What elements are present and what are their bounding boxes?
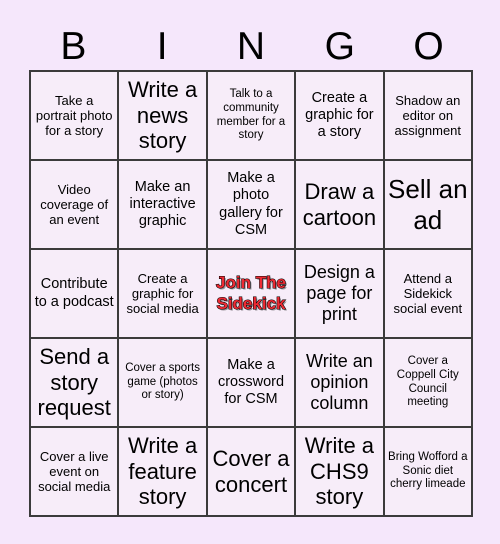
bingo-cell[interactable]: Cover a sports game (photos or story) [119, 339, 208, 428]
bingo-cell-label: Bring Wofford a Sonic diet cherry limead… [388, 451, 468, 491]
bingo-cell[interactable]: Cover a live event on social media [31, 428, 120, 517]
bingo-header: B I N G O [29, 22, 473, 70]
header-letter-b: B [60, 24, 87, 68]
bingo-cell[interactable]: Make a photo gallery for CSM [207, 161, 297, 250]
bingo-cell[interactable]: Send a story request [31, 339, 120, 428]
bingo-cell[interactable]: Write a CHS9 story [296, 428, 385, 517]
bingo-cell-label: Join The Sidekick [215, 273, 286, 313]
bingo-cell[interactable]: Write a feature story [119, 428, 208, 517]
bingo-cell[interactable]: Talk to a community member for a story [207, 72, 297, 161]
bingo-cell[interactable]: Contribute to a podcast [31, 250, 120, 339]
bingo-cell[interactable]: Attend a Sidekick social event [384, 250, 473, 339]
bingo-cell-label: Write an opinion column [306, 350, 373, 414]
bingo-cell-label: Cover a Coppell City Council meeting [396, 355, 459, 409]
bingo-cell-label: Take a portrait photo for a story [35, 92, 113, 139]
bingo-cell-label: Sell an ad [388, 173, 468, 235]
bingo-cell[interactable]: Write a news story [119, 72, 208, 161]
bingo-grid: Take a portrait photo for a story Write a… [29, 70, 473, 517]
bingo-free-space-cell[interactable]: Join The Sidekick [207, 250, 297, 339]
bingo-cell[interactable]: Bring Wofford a Sonic diet cherry limead… [384, 428, 473, 517]
bingo-cell[interactable]: Cover a Coppell City Council meeting [384, 339, 473, 428]
bingo-cell[interactable]: Make an interactive graphic [119, 161, 208, 250]
header-letter-g: G [324, 24, 355, 68]
bingo-cell[interactable]: Draw a cartoon [296, 161, 385, 250]
bingo-cell-label: Attend a Sidekick social event [393, 270, 463, 317]
bingo-cell-label: Write a CHS9 story [304, 432, 375, 510]
bingo-cell-label: Make a photo gallery for CSM [219, 170, 283, 238]
bingo-cell-label: Create a graphic for social media [126, 270, 199, 317]
bingo-cell[interactable]: Sell an ad [384, 161, 473, 250]
header-letter-n: N [236, 24, 266, 68]
bingo-cell-label: Make a crossword for CSM [217, 356, 285, 408]
header-letter-o: O [413, 24, 444, 68]
bingo-cell-label: Talk to a community member for a story [216, 88, 286, 142]
bingo-cell-label: Design a page for print [303, 261, 375, 325]
bingo-cell-label: Contribute to a podcast [34, 276, 114, 310]
bingo-cell-label: Cover a sports game (photos or story) [125, 362, 200, 402]
bingo-cell[interactable]: Take a portrait photo for a story [31, 72, 120, 161]
bingo-cell-label: Cover a concert [212, 445, 290, 497]
bingo-cell[interactable]: Write an opinion column [296, 339, 385, 428]
bingo-cell-label: Draw a cartoon [302, 178, 377, 230]
bingo-card: B I N G O Take a portrait photo for a st… [0, 0, 500, 544]
bingo-cell[interactable]: Shadow an editor on assignment [384, 72, 473, 161]
bingo-cell[interactable]: Design a page for print [296, 250, 385, 339]
bingo-cell-label: Make an interactive graphic [129, 178, 196, 230]
bingo-cell-label: Write a feature story [127, 432, 198, 510]
bingo-cell[interactable]: Video coverage of an event [31, 161, 120, 250]
bingo-cell-label: Create a graphic for a story [305, 89, 374, 141]
bingo-cell-label: Video coverage of an event [40, 181, 109, 228]
bingo-cell-label: Write a news story [127, 76, 198, 154]
bingo-cell[interactable]: Make a crossword for CSM [207, 339, 297, 428]
bingo-cell-label: Cover a live event on social media [38, 448, 111, 495]
header-letter-i: I [156, 24, 168, 68]
bingo-cell-label: Shadow an editor on assignment [394, 92, 462, 139]
bingo-cell[interactable]: Create a graphic for social media [119, 250, 208, 339]
bingo-cell[interactable]: Create a graphic for a story [296, 72, 385, 161]
bingo-cell-label: Send a story request [37, 343, 111, 421]
bingo-cell[interactable]: Cover a concert [207, 428, 297, 517]
